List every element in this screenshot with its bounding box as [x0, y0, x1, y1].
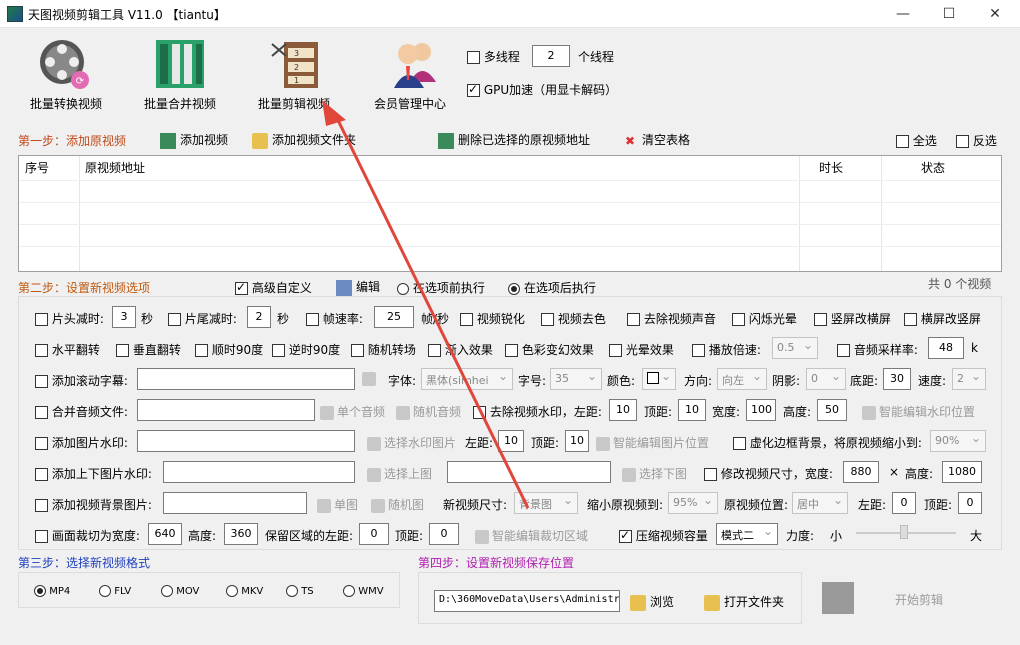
annotation-arrow [322, 100, 530, 509]
